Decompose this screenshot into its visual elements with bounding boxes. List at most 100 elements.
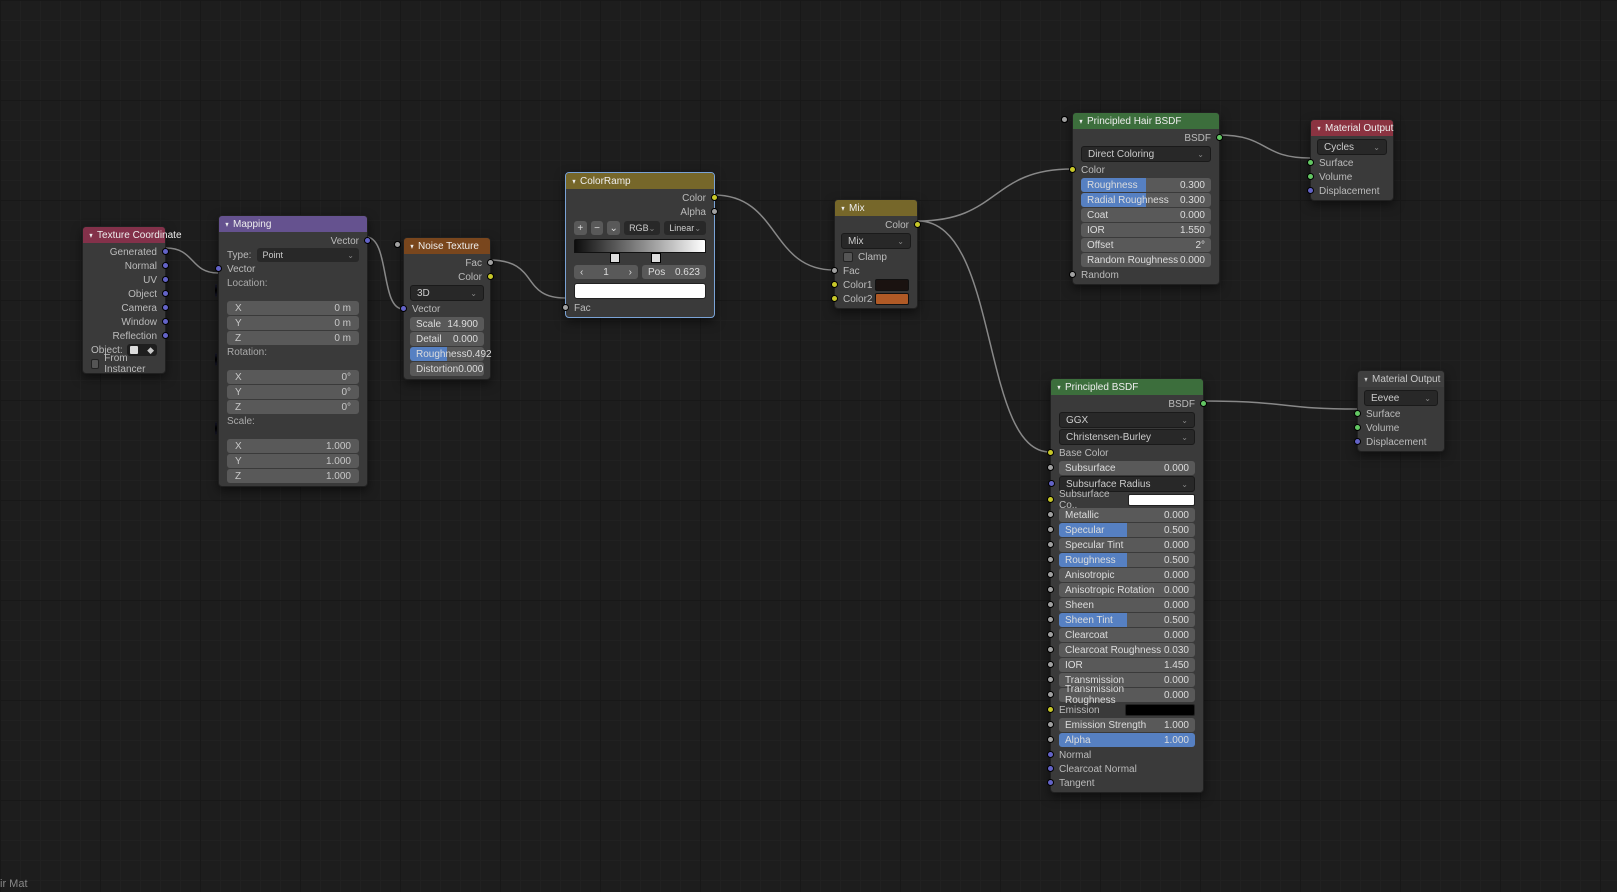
node-mapping[interactable]: ▾Mapping Vector Type: Point⌄ Vector Loca… [218, 215, 368, 487]
socket[interactable] [162, 290, 169, 297]
socket[interactable] [1061, 116, 1068, 123]
socket[interactable] [1047, 571, 1054, 578]
clearcoat-field[interactable]: Clearcoat0.000 [1059, 628, 1195, 642]
mode-dropdown[interactable]: RGB⌄ [624, 221, 660, 235]
collapse-icon[interactable]: ▾ [841, 204, 844, 213]
node-material-output-eevee[interactable]: ▾Material Output Eevee⌄ Surface Volume D… [1357, 370, 1445, 452]
stop-pos[interactable]: Pos0.623 [642, 265, 706, 279]
socket[interactable] [215, 265, 222, 272]
radial-roughness-field[interactable]: Radial Roughness0.300 [1081, 193, 1211, 207]
specular-tint-field[interactable]: Specular Tint0.000 [1059, 538, 1195, 552]
socket[interactable] [1047, 779, 1054, 786]
socket[interactable] [914, 221, 921, 228]
collapse-icon[interactable]: ▾ [1079, 117, 1082, 126]
metallic-field[interactable]: Metallic0.000 [1059, 508, 1195, 522]
socket[interactable] [215, 422, 217, 435]
roughness-field[interactable]: Roughness0.300 [1081, 178, 1211, 192]
random-roughness-field[interactable]: Random Roughness0.000 [1081, 253, 1211, 267]
sheen-field[interactable]: Sheen0.000 [1059, 598, 1195, 612]
socket[interactable] [1047, 496, 1054, 503]
socket[interactable] [831, 295, 838, 302]
ramp-handle[interactable] [610, 253, 620, 263]
distortion-field[interactable]: Distortion0.000 [410, 362, 484, 376]
socket[interactable] [394, 241, 401, 248]
stop-index[interactable]: ‹1› [574, 265, 638, 279]
node-header[interactable]: ▾Principled Hair BSDF [1073, 113, 1219, 129]
socket[interactable] [162, 332, 169, 339]
socket[interactable] [711, 208, 718, 215]
color-field[interactable]: Emission [1051, 703, 1203, 717]
socket[interactable] [1048, 480, 1055, 487]
roughness-field[interactable]: Roughness0.492 [410, 347, 484, 361]
socket[interactable] [1047, 676, 1054, 683]
socket[interactable] [1354, 410, 1361, 417]
stop-color[interactable] [574, 283, 706, 299]
color-ramp-gradient[interactable] [574, 239, 706, 253]
socket[interactable] [162, 276, 169, 283]
node-mix[interactable]: ▾Mix Color Mix⌄ Clamp Fac Color1 Color2 [834, 199, 918, 309]
rot-z[interactable]: Z0° [227, 400, 359, 414]
socket[interactable] [1047, 449, 1054, 456]
socket[interactable] [1307, 159, 1314, 166]
sss-dropdown[interactable]: Christensen-Burley⌄ [1059, 429, 1195, 445]
socket[interactable] [487, 259, 494, 266]
socket[interactable] [831, 267, 838, 274]
collapse-icon[interactable]: ▾ [1057, 383, 1060, 392]
socket[interactable] [1047, 511, 1054, 518]
socket[interactable] [487, 273, 494, 280]
socket[interactable] [1047, 706, 1054, 713]
socket[interactable] [1047, 541, 1054, 548]
socket[interactable] [1047, 691, 1054, 698]
sheen-tint-field[interactable]: Sheen Tint0.500 [1059, 613, 1195, 627]
socket[interactable] [1354, 424, 1361, 431]
socket[interactable] [831, 281, 838, 288]
loc-x[interactable]: X0 m [227, 301, 359, 315]
socket[interactable] [1047, 631, 1054, 638]
interp-dropdown[interactable]: Linear⌄ [664, 221, 706, 235]
coat-field[interactable]: Coat0.000 [1081, 208, 1211, 222]
socket[interactable] [1069, 271, 1076, 278]
color-swatch[interactable] [1125, 704, 1195, 716]
transmission-roughness-field[interactable]: Transmission Roughness0.000 [1059, 688, 1195, 702]
blend-dropdown[interactable]: Mix⌄ [841, 233, 911, 249]
dim-dropdown[interactable]: 3D⌄ [410, 285, 484, 301]
socket[interactable] [1047, 601, 1054, 608]
color-field[interactable]: Subsurface Co.. [1051, 493, 1203, 507]
alpha-field[interactable]: Alpha1.000 [1059, 733, 1195, 747]
socket[interactable] [1307, 187, 1314, 194]
socket[interactable] [711, 194, 718, 201]
subsurface-field[interactable]: Subsurface0.000 [1059, 461, 1195, 475]
clearcoat-roughness-field[interactable]: Clearcoat Roughness0.030 [1059, 643, 1195, 657]
dropdown-button[interactable]: ⌄ [607, 221, 620, 235]
offset-field[interactable]: Offset2° [1081, 238, 1211, 252]
socket[interactable] [1047, 765, 1054, 772]
socket[interactable] [215, 353, 217, 366]
node-principled-bsdf[interactable]: ▾Principled BSDF BSDF GGX⌄ Christensen-B… [1050, 378, 1204, 793]
remove-stop-button[interactable]: − [591, 221, 604, 235]
socket[interactable] [162, 318, 169, 325]
ramp-handles[interactable] [574, 253, 706, 263]
collapse-icon[interactable]: ▾ [1317, 124, 1320, 133]
node-header[interactable]: ▾Mix [835, 200, 917, 216]
loc-z[interactable]: Z0 m [227, 331, 359, 345]
collapse-icon[interactable]: ▾ [89, 231, 92, 240]
collapse-icon[interactable]: ▾ [410, 242, 413, 251]
ior-field[interactable]: IOR1.550 [1081, 223, 1211, 237]
socket[interactable] [1047, 751, 1054, 758]
type-dropdown[interactable]: Point⌄ [257, 248, 359, 262]
node-colorramp[interactable]: ▾ColorRamp Color Alpha + − ⌄ RGB⌄ Linear… [565, 172, 715, 318]
roughness-field[interactable]: Roughness0.500 [1059, 553, 1195, 567]
node-principled-hair[interactable]: ▾Principled Hair BSDF BSDF Direct Colori… [1072, 112, 1220, 285]
scale-z[interactable]: Z1.000 [227, 469, 359, 483]
socket[interactable] [1047, 736, 1054, 743]
clamp-checkbox[interactable]: Clamp [835, 250, 917, 264]
collapse-icon[interactable]: ▾ [572, 177, 575, 186]
socket[interactable] [364, 237, 371, 244]
coloring-dropdown[interactable]: Direct Coloring⌄ [1081, 146, 1211, 162]
socket[interactable] [162, 262, 169, 269]
color2-swatch[interactable] [875, 293, 909, 305]
node-header[interactable]: ▾Noise Texture [404, 238, 490, 254]
socket[interactable] [1047, 556, 1054, 563]
socket[interactable] [1200, 400, 1207, 407]
anisotropic-field[interactable]: Anisotropic0.000 [1059, 568, 1195, 582]
